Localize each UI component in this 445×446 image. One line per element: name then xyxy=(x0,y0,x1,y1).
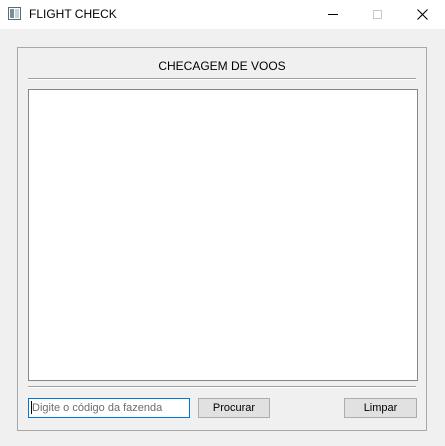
search-button[interactable]: Procurar xyxy=(198,398,270,418)
main-frame: CHECAGEM DE VOOS Procurar Limpar xyxy=(17,47,427,431)
page-title: CHECAGEM DE VOOS xyxy=(158,59,286,73)
text-caret xyxy=(31,401,32,414)
window-title: FLIGHT CHECK xyxy=(29,7,117,21)
maximize-button[interactable] xyxy=(355,0,400,29)
bottom-separator xyxy=(28,386,416,388)
farm-code-input[interactable] xyxy=(28,398,190,418)
minimize-button[interactable] xyxy=(310,0,355,29)
close-icon xyxy=(417,9,428,20)
results-listbox[interactable] xyxy=(28,89,418,381)
window-app-icon xyxy=(8,7,21,20)
clear-button[interactable]: Limpar xyxy=(344,398,417,418)
title-bar[interactable]: FLIGHT CHECK xyxy=(0,0,445,29)
top-separator xyxy=(28,78,416,80)
maximize-icon xyxy=(373,10,382,19)
close-button[interactable] xyxy=(400,0,445,29)
minimize-icon xyxy=(327,14,338,15)
app-window: FLIGHT CHECK CHECAGEM DE VOOS Procurar L… xyxy=(0,0,445,446)
